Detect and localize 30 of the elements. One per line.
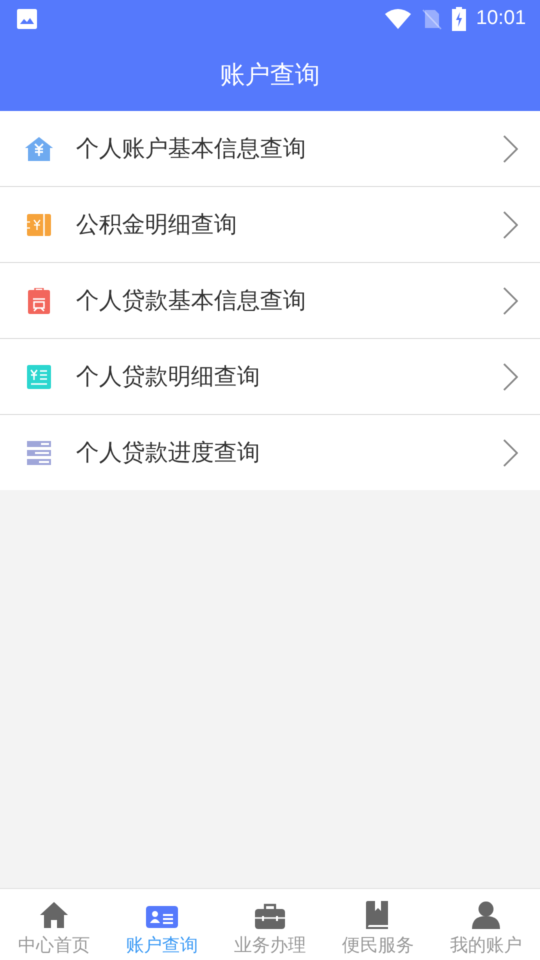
chevron-right-icon xyxy=(502,134,518,162)
menu-item[interactable]: 个人贷款基本信息查询 xyxy=(0,263,540,339)
menu-label: 个人贷款明细查询 xyxy=(76,363,261,392)
chevron-right-icon xyxy=(502,210,518,238)
briefcase-icon xyxy=(255,903,285,929)
ledger-icon xyxy=(24,364,54,388)
chevron-right-icon xyxy=(502,286,518,314)
menu-label: 个人贷款基本信息查询 xyxy=(76,287,307,316)
person-icon xyxy=(472,901,500,929)
no-sim-icon xyxy=(422,8,442,30)
clock-time: 10:01 xyxy=(476,7,526,30)
menu-item[interactable]: 个人贷款明细查询 xyxy=(0,339,540,415)
menu-label: 个人贷款进度查询 xyxy=(76,439,261,468)
page-title: 账户查询 xyxy=(220,58,320,90)
menu-item[interactable]: 个人贷款进度查询 xyxy=(0,415,540,490)
wifi-icon xyxy=(384,8,412,30)
menu-item[interactable]: 个人账户基本信息查询 xyxy=(0,111,540,187)
wallet-icon xyxy=(24,212,54,236)
home-icon xyxy=(40,901,68,929)
chevron-right-icon xyxy=(502,362,518,390)
image-icon xyxy=(16,8,38,30)
menu-label: 公积金明细查询 xyxy=(76,211,238,240)
chevron-right-icon xyxy=(502,438,518,466)
menu-item[interactable]: 公积金明细查询 xyxy=(0,187,540,263)
battery-charging-icon xyxy=(452,6,466,30)
id-card-icon xyxy=(146,905,178,929)
book-icon xyxy=(366,901,390,929)
server-stack-icon xyxy=(24,440,54,464)
house-icon xyxy=(24,136,54,162)
menu-label: 个人账户基本信息查询 xyxy=(76,135,307,164)
